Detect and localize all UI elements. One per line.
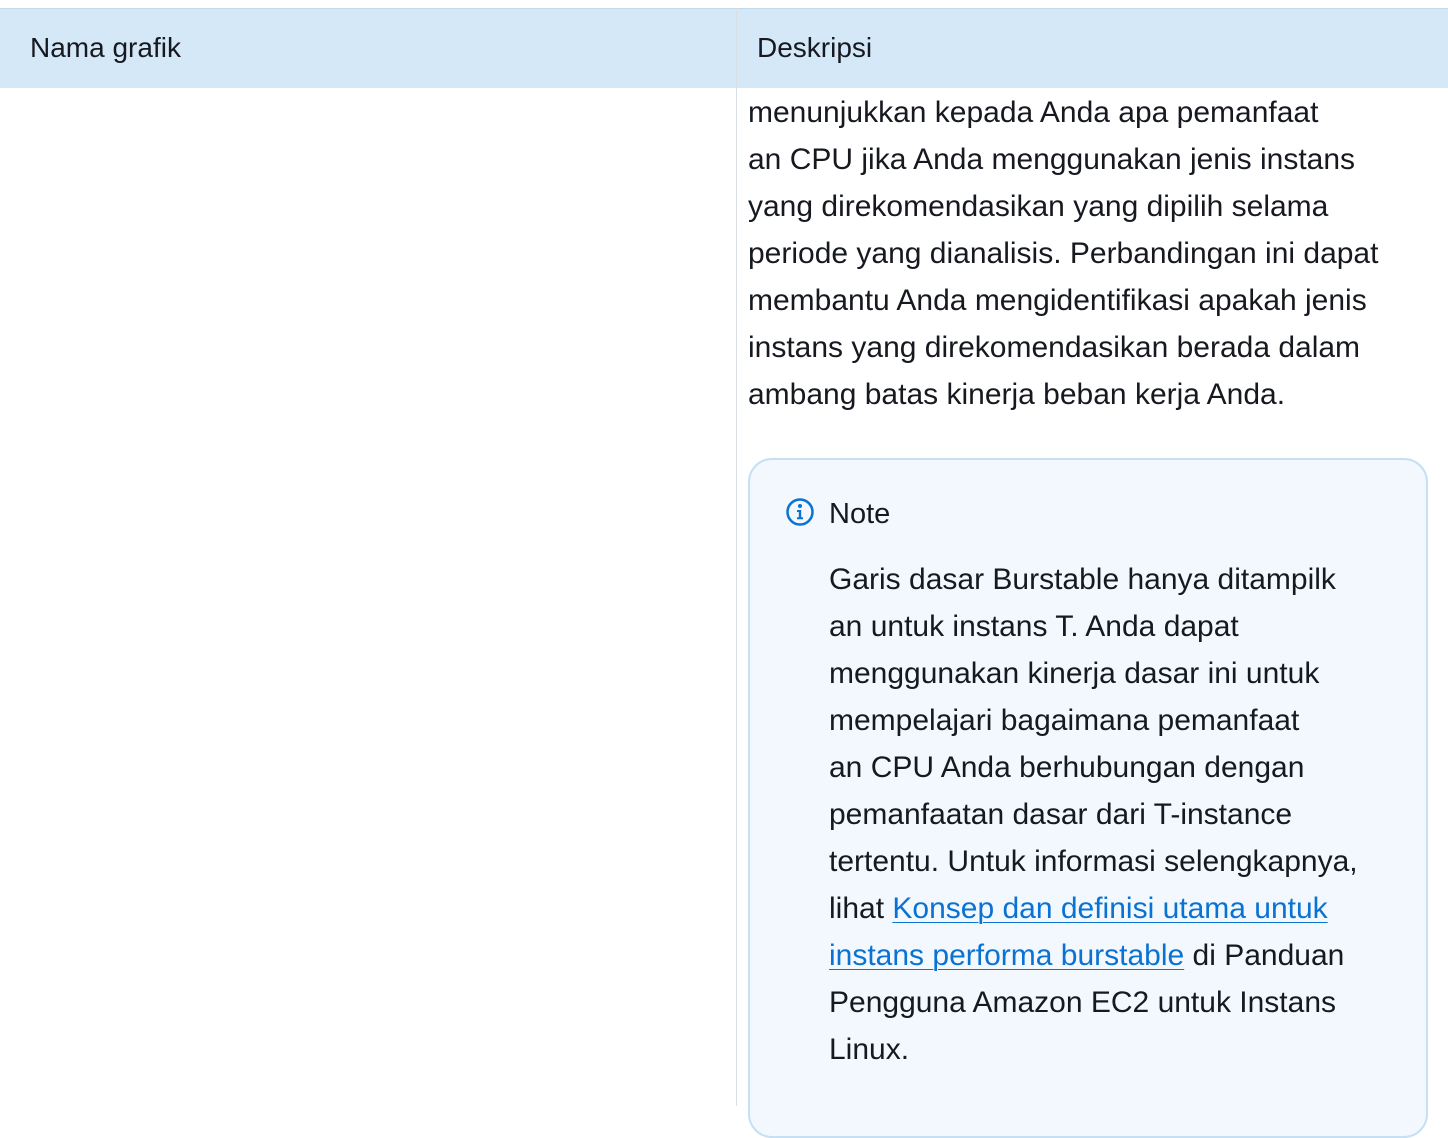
description-paragraph: menunjukkan kepada Anda apa pemanfaat an… [748,88,1428,418]
note-line: tertentu. Untuk informasi selengkapnya, [829,845,1358,878]
note-line: pemanfaatan dasar dari T-instance [829,798,1293,831]
link-prefix: lihat [829,892,893,925]
note-line: mempelajari bagaimana pemanfaat [829,704,1300,737]
after-link-text: di Panduan [1184,939,1345,972]
note-body: Garis dasar Burstable hanya ditampilk an… [829,556,1409,1073]
description-line: ambang batas kinerja beban kerja Anda. [748,378,1286,411]
column-divider [736,8,737,1106]
table-header-row: Nama grafik Deskripsi [0,8,1448,88]
description-line: menunjukkan kepada Anda apa pemanfaat [748,96,1319,129]
column-header-graph-name: Nama grafik [30,32,181,63]
info-icon [786,498,814,526]
graph-table: Nama grafik Deskripsi menunjukkan kepada… [0,0,1448,1138]
note-title: Note [829,498,891,530]
note-line: instans performa burstable di Panduan [829,932,1409,979]
note-line: an untuk instans T. Anda dapat [829,610,1239,643]
description-line: an CPU jika Anda menggunakan jenis insta… [748,143,1356,176]
burstable-concepts-link-continued[interactable]: instans performa burstable [829,939,1184,972]
description-cell: menunjukkan kepada Anda apa pemanfaat an… [748,88,1428,418]
description-line: instans yang direkomendasikan berada dal… [748,331,1361,364]
note-line: an CPU Anda berhubungan dengan [829,751,1305,784]
column-header-description: Deskripsi [757,32,873,63]
burstable-concepts-link[interactable]: Konsep dan definisi utama untuk [892,892,1327,925]
description-line: membantu Anda mengidentifikasi apakah je… [748,284,1367,317]
note-line: Pengguna Amazon EC2 untuk Instans [829,986,1337,1019]
description-line: yang direkomendasikan yang dipilih selam… [748,190,1329,223]
note-line: lihat Konsep dan definisi utama untuk [829,885,1409,932]
description-line: periode yang dianalisis. Perbandingan in… [748,237,1379,270]
note-line: menggunakan kinerja dasar ini untuk [829,657,1320,690]
note-line: Linux. [829,1033,910,1066]
note-line: Garis dasar Burstable hanya ditampilk [829,563,1336,596]
note-callout: Note Garis dasar Burstable hanya ditampi… [748,458,1428,1138]
